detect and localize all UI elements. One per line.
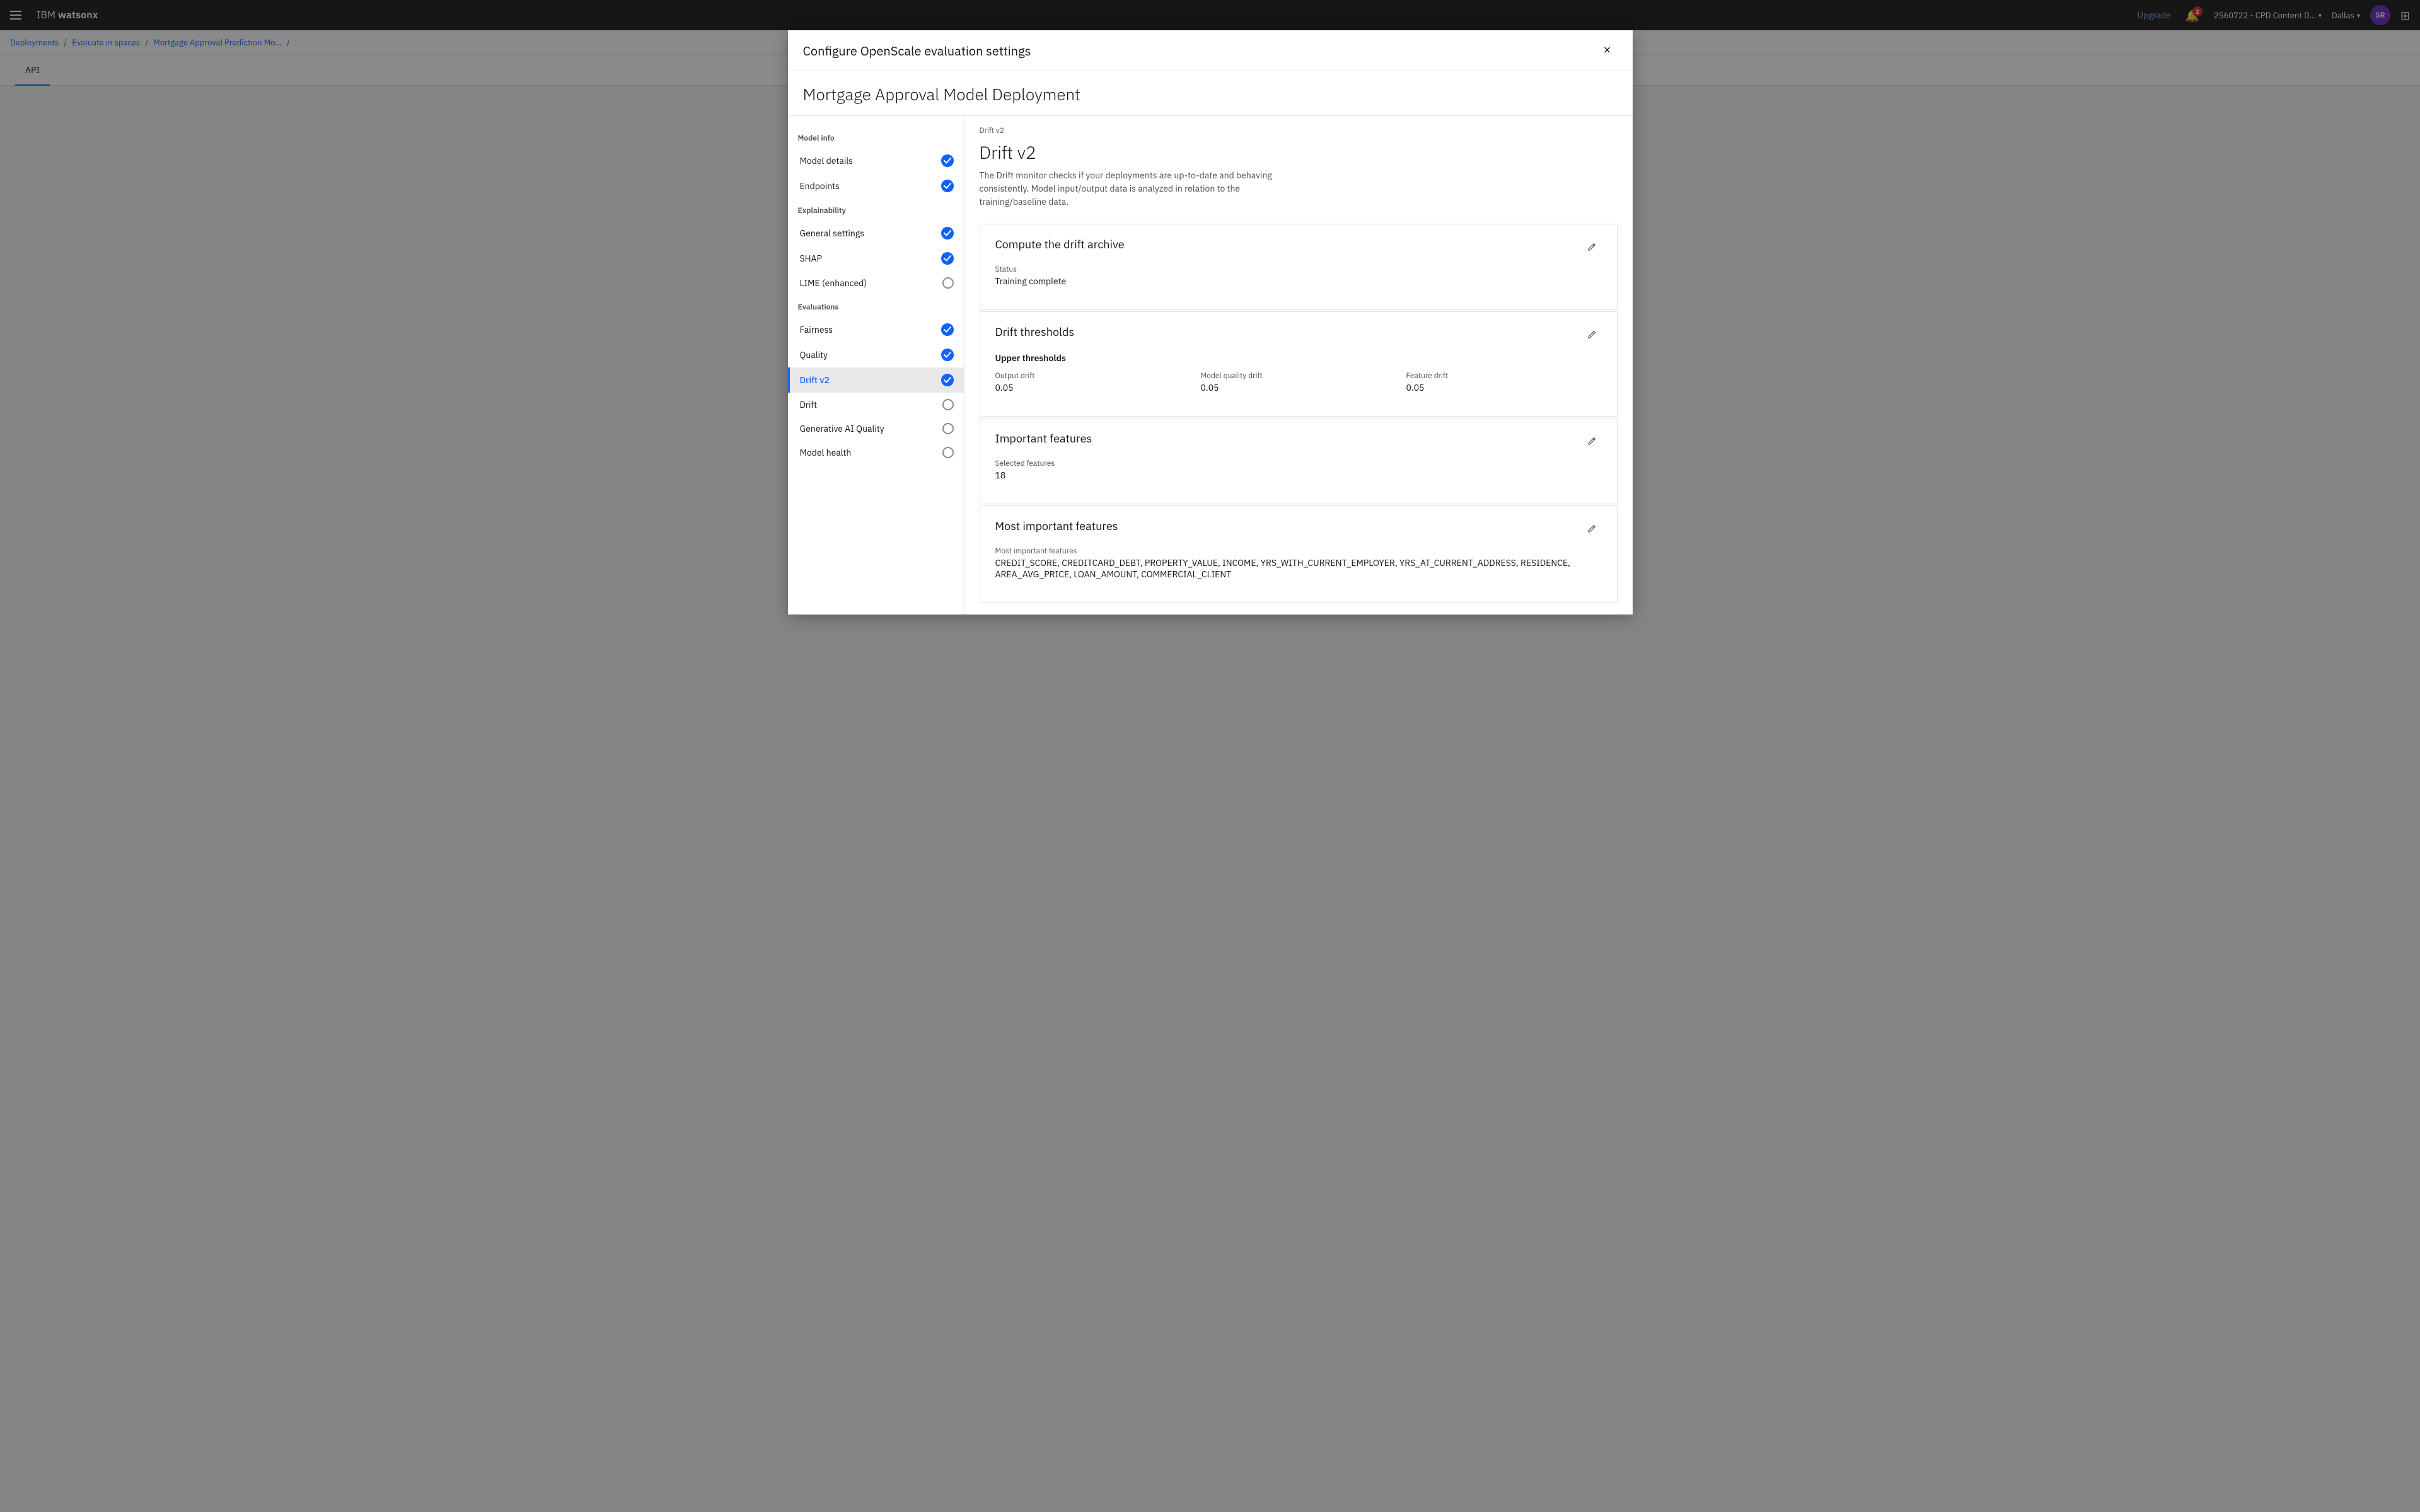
check-icon-endpoints xyxy=(941,180,954,192)
check-icon-fairness xyxy=(941,323,954,336)
output-drift-label: Output drift xyxy=(995,371,1191,381)
card-drift-thresholds-header: Drift thresholds xyxy=(995,325,1602,345)
model-quality-drift-label: Model quality drift xyxy=(1201,371,1396,381)
sidebar-section-model-info: Model info xyxy=(788,126,964,148)
sidebar-item-lime-enhanced[interactable]: LIME (enhanced) xyxy=(788,271,964,295)
modal-overlay: Configure OpenScale evaluation settings … xyxy=(0,0,2420,1512)
modal-header: Configure OpenScale evaluation settings … xyxy=(788,30,1633,71)
modal-title: Configure OpenScale evaluation settings xyxy=(803,42,1031,59)
modal-dialog: Configure OpenScale evaluation settings … xyxy=(788,30,1633,615)
modal-deployment-title: Mortgage Approval Model Deployment xyxy=(788,71,1633,116)
edit-icon xyxy=(1587,436,1597,446)
drift-thresholds-subsection-title: Upper thresholds xyxy=(995,352,1602,364)
sidebar-nav: Model info Model details Endpoints Expla… xyxy=(788,116,964,615)
radio-unchecked-drift xyxy=(942,399,954,410)
sidebar-item-drift[interactable]: Drift xyxy=(788,393,964,417)
selected-features-value: 18 xyxy=(995,470,1602,481)
card-most-important-features-header: Most important features xyxy=(995,519,1602,539)
card-most-important-features-title: Most important features xyxy=(995,519,1118,533)
check-icon-model-details xyxy=(941,154,954,167)
content-breadcrumb-label: Drift v2 xyxy=(980,126,1618,136)
card-drift-thresholds-title: Drift thresholds xyxy=(995,325,1075,339)
most-important-features-label: Most important features xyxy=(995,546,1602,556)
card-important-features-header: Important features xyxy=(995,431,1602,451)
check-icon-general-settings xyxy=(941,227,954,239)
edit-icon xyxy=(1587,330,1597,340)
radio-unchecked-gen-ai-quality xyxy=(942,423,954,434)
card-compute-drift-archive-edit-button[interactable] xyxy=(1582,237,1602,257)
feature-drift-field: Feature drift 0.05 xyxy=(1406,371,1602,403)
card-compute-drift-archive-title: Compute the drift archive xyxy=(995,237,1125,251)
edit-icon xyxy=(1587,524,1597,534)
content-header: Drift v2 Drift v2 The Drift monitor chec… xyxy=(964,116,1633,214)
content-cards: Compute the drift archive Status Trainin… xyxy=(964,214,1633,615)
sidebar-item-model-details[interactable]: Model details xyxy=(788,148,964,173)
feature-drift-label: Feature drift xyxy=(1406,371,1602,381)
status-value: Training complete xyxy=(995,275,1602,287)
radio-unchecked-model-health xyxy=(942,447,954,458)
card-compute-drift-archive-header: Compute the drift archive xyxy=(995,237,1602,257)
sidebar-item-quality[interactable]: Quality xyxy=(788,342,964,367)
content-title: Drift v2 xyxy=(980,141,1618,164)
card-most-important-features: Most important features Most important f… xyxy=(980,505,1618,603)
edit-icon xyxy=(1587,242,1597,252)
content-description: The Drift monitor checks if your deploym… xyxy=(980,169,1307,209)
card-important-features-edit-button[interactable] xyxy=(1582,431,1602,451)
output-drift-value: 0.05 xyxy=(995,382,1191,393)
card-drift-thresholds: Drift thresholds Upper thresholds xyxy=(980,311,1618,417)
model-quality-drift-field: Model quality drift 0.05 xyxy=(1201,371,1396,403)
card-most-important-features-edit-button[interactable] xyxy=(1582,519,1602,539)
card-important-features-title: Important features xyxy=(995,431,1092,446)
sidebar-item-fairness[interactable]: Fairness xyxy=(788,317,964,342)
modal-body: Model info Model details Endpoints Expla… xyxy=(788,116,1633,615)
selected-features-label: Selected features xyxy=(995,459,1602,468)
sidebar-item-generative-ai-quality[interactable]: Generative AI Quality xyxy=(788,417,964,441)
sidebar-item-drift-v2[interactable]: Drift v2 xyxy=(788,367,964,393)
check-icon-drift-v2 xyxy=(941,374,954,386)
most-important-features-value: CREDIT_SCORE, CREDITCARD_DEBT, PROPERTY_… xyxy=(995,557,1602,580)
check-icon-quality xyxy=(941,349,954,361)
sidebar-section-evaluations: Evaluations xyxy=(788,295,964,317)
card-drift-thresholds-edit-button[interactable] xyxy=(1582,325,1602,345)
drift-thresholds-field-grid: Output drift 0.05 Model quality drift 0.… xyxy=(995,371,1602,403)
content-area: Drift v2 Drift v2 The Drift monitor chec… xyxy=(964,116,1633,615)
check-icon-shap xyxy=(941,252,954,265)
status-label: Status xyxy=(995,265,1602,274)
sidebar-item-general-settings[interactable]: General settings xyxy=(788,221,964,246)
model-quality-drift-value: 0.05 xyxy=(1201,382,1396,393)
modal-close-button[interactable]: × xyxy=(1597,40,1618,61)
sidebar-section-explainability: Explainability xyxy=(788,199,964,221)
feature-drift-value: 0.05 xyxy=(1406,382,1602,393)
sidebar-item-endpoints[interactable]: Endpoints xyxy=(788,173,964,199)
sidebar-item-model-health[interactable]: Model health xyxy=(788,441,964,465)
card-compute-drift-archive: Compute the drift archive Status Trainin… xyxy=(980,224,1618,310)
card-important-features: Important features Selected features 18 xyxy=(980,418,1618,504)
output-drift-field: Output drift 0.05 xyxy=(995,371,1191,403)
radio-unchecked-lime xyxy=(942,277,954,289)
sidebar-item-shap[interactable]: SHAP xyxy=(788,246,964,271)
